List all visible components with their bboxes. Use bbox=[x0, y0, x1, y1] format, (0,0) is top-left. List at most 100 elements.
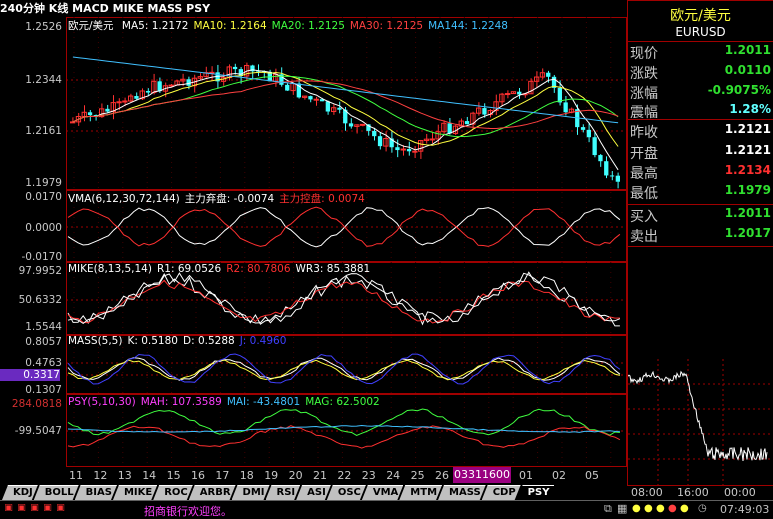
candle-down bbox=[186, 79, 191, 86]
alert-icon-4[interactable]: ● bbox=[668, 503, 677, 514]
mike-line-r2 bbox=[67, 279, 620, 324]
main-ytick-3: 1.1979 bbox=[25, 177, 62, 189]
mike-label-3: WR3: 85.3881 bbox=[295, 263, 371, 275]
status-icon-3[interactable]: ▣ bbox=[29, 503, 40, 514]
tab-mass[interactable]: MASS bbox=[438, 485, 486, 500]
tab-cdp[interactable]: CDP bbox=[482, 485, 521, 500]
tab-kdj[interactable]: KDJ bbox=[2, 485, 38, 500]
quote-label: 涨跌 bbox=[630, 66, 658, 82]
tab-boll[interactable]: BOLL bbox=[34, 485, 79, 500]
candle-down bbox=[609, 175, 615, 177]
x-tick-6: 17 bbox=[215, 469, 230, 482]
alert-icon-3[interactable]: ● bbox=[656, 503, 665, 514]
candle-down bbox=[372, 130, 377, 137]
status-icon-4[interactable]: ▣ bbox=[42, 503, 53, 514]
mass-ytick-3: 0.1307 bbox=[25, 384, 62, 396]
layout-icon[interactable]: ▦ bbox=[617, 502, 627, 515]
quote-value: 1.1979 bbox=[724, 183, 771, 197]
candle-up bbox=[412, 150, 418, 153]
alert-icon-5[interactable]: ● bbox=[680, 503, 689, 514]
status-icon-1[interactable]: ▣ bbox=[3, 503, 14, 514]
tab-psy[interactable]: PSY bbox=[517, 485, 555, 500]
x-tick-11: 22 bbox=[337, 469, 352, 482]
quote-value: 1.2134 bbox=[724, 163, 771, 177]
x-tick-7: 18 bbox=[239, 469, 254, 482]
mass-ytick-1: 0.4763 bbox=[25, 357, 62, 369]
tab-mike[interactable]: MIKE bbox=[113, 485, 157, 500]
quote-symbol-en: EURUSD bbox=[675, 25, 726, 39]
candle-down bbox=[145, 90, 151, 93]
mini-time-0: 08:00 bbox=[631, 486, 663, 499]
x-tick-0: 11 bbox=[69, 469, 83, 482]
mass-ytick-0: 0.8057 bbox=[25, 336, 62, 348]
candle-down bbox=[592, 137, 597, 156]
tab-roc[interactable]: ROC bbox=[153, 485, 193, 500]
quote-label: 现价 bbox=[630, 46, 658, 62]
ma-label-3: MA30: 1.2125 bbox=[349, 20, 424, 32]
quote-label: 卖出 bbox=[630, 229, 658, 245]
candle-down bbox=[87, 112, 93, 116]
quote-row-1: 涨跌 0.0110 bbox=[628, 63, 773, 82]
ma-label-1: MA10: 1.2164 bbox=[193, 20, 267, 32]
candle-down bbox=[325, 101, 330, 112]
tab-asi[interactable]: ASI bbox=[296, 485, 331, 500]
candle-up bbox=[360, 123, 366, 126]
x-tick-15: 26 bbox=[435, 469, 449, 482]
candle-down bbox=[232, 66, 238, 70]
quote-value: 1.28% bbox=[729, 102, 771, 116]
status-icon-5[interactable]: ▣ bbox=[55, 503, 66, 514]
tab-bias[interactable]: BIAS bbox=[75, 485, 117, 500]
quote-label: 涨幅 bbox=[630, 86, 658, 102]
candle-down bbox=[517, 91, 522, 95]
main-ytick-0: 1.2526 bbox=[25, 21, 62, 33]
vma-label-2: 主力控盘: 0.0074 bbox=[279, 193, 365, 205]
candle-down bbox=[563, 102, 568, 113]
quote-value: 1.2121 bbox=[724, 143, 771, 157]
mass-label-2: D: 0.5288 bbox=[182, 335, 235, 347]
psy-line-mah bbox=[67, 425, 621, 449]
candle-down bbox=[580, 127, 586, 130]
ma-label-0: MA5: 1.2172 bbox=[121, 20, 189, 32]
x-tick-10: 21 bbox=[313, 469, 327, 482]
candle-down bbox=[604, 161, 609, 176]
ma-label-2: MA20: 1.2125 bbox=[271, 20, 345, 32]
candle-up bbox=[313, 98, 319, 101]
ma-label-4: MA144: 1.2248 bbox=[428, 20, 508, 32]
mike-ytick-1: 50.6332 bbox=[18, 294, 62, 306]
quote-value: 1.2011 bbox=[724, 43, 771, 57]
intraday-mini-chart[interactable] bbox=[628, 359, 773, 485]
candle-down bbox=[105, 108, 110, 112]
tab-vma[interactable]: VMA bbox=[362, 485, 403, 500]
alert-icon-2[interactable]: ● bbox=[644, 503, 653, 514]
main-header: 欧元/美元 MA5: 1.2172 MA10: 1.2164 MA20: 1.212… bbox=[68, 18, 518, 33]
candle-down bbox=[134, 96, 139, 99]
tab-arbr[interactable]: ARBR bbox=[189, 485, 236, 500]
tab-osc[interactable]: OSC bbox=[327, 485, 366, 500]
x-tail-tick-2: 05 bbox=[585, 469, 599, 482]
x-tick-13: 24 bbox=[386, 469, 401, 482]
x-tick-12: 23 bbox=[361, 469, 376, 482]
mike-label-0: MIKE(8,13,5,14) bbox=[68, 263, 152, 275]
candle-down bbox=[308, 96, 313, 100]
quote-value: 0.0110 bbox=[724, 63, 771, 77]
status-icon-2[interactable]: ▣ bbox=[16, 503, 27, 514]
candle-up bbox=[116, 101, 122, 104]
candle-down bbox=[285, 84, 290, 91]
main-ytick-2: 1.2161 bbox=[25, 125, 62, 137]
tab-mtm[interactable]: MTM bbox=[399, 485, 442, 500]
marquee-text: 招商银行欢迎您。 bbox=[144, 505, 232, 518]
psy-ytick-1: -99.5047 bbox=[14, 425, 62, 437]
tab-rsi[interactable]: RSI bbox=[266, 485, 301, 500]
candle-up bbox=[168, 84, 174, 87]
status-bar: ▣ ▣ ▣ ▣ ▣ 招商银行欢迎您。 ⧉ ▦ ● ● ● ● ● ◷ 07:49… bbox=[0, 500, 773, 518]
psy-ytick-0: 284.0818 bbox=[11, 398, 62, 410]
mike-ytick-0: 97.9952 bbox=[18, 265, 62, 277]
quote-value: -0.9075% bbox=[707, 83, 771, 97]
tab-dmi[interactable]: DMI bbox=[232, 485, 270, 500]
candle-up bbox=[429, 138, 435, 141]
window-icon[interactable]: ⧉ bbox=[604, 502, 612, 516]
quote-row-8: 买入 1.2011 bbox=[628, 206, 773, 225]
alert-icon[interactable]: ● bbox=[632, 503, 641, 514]
quote-value: 1.2121 bbox=[724, 122, 771, 136]
mini-time-1: 16:00 bbox=[677, 486, 709, 499]
